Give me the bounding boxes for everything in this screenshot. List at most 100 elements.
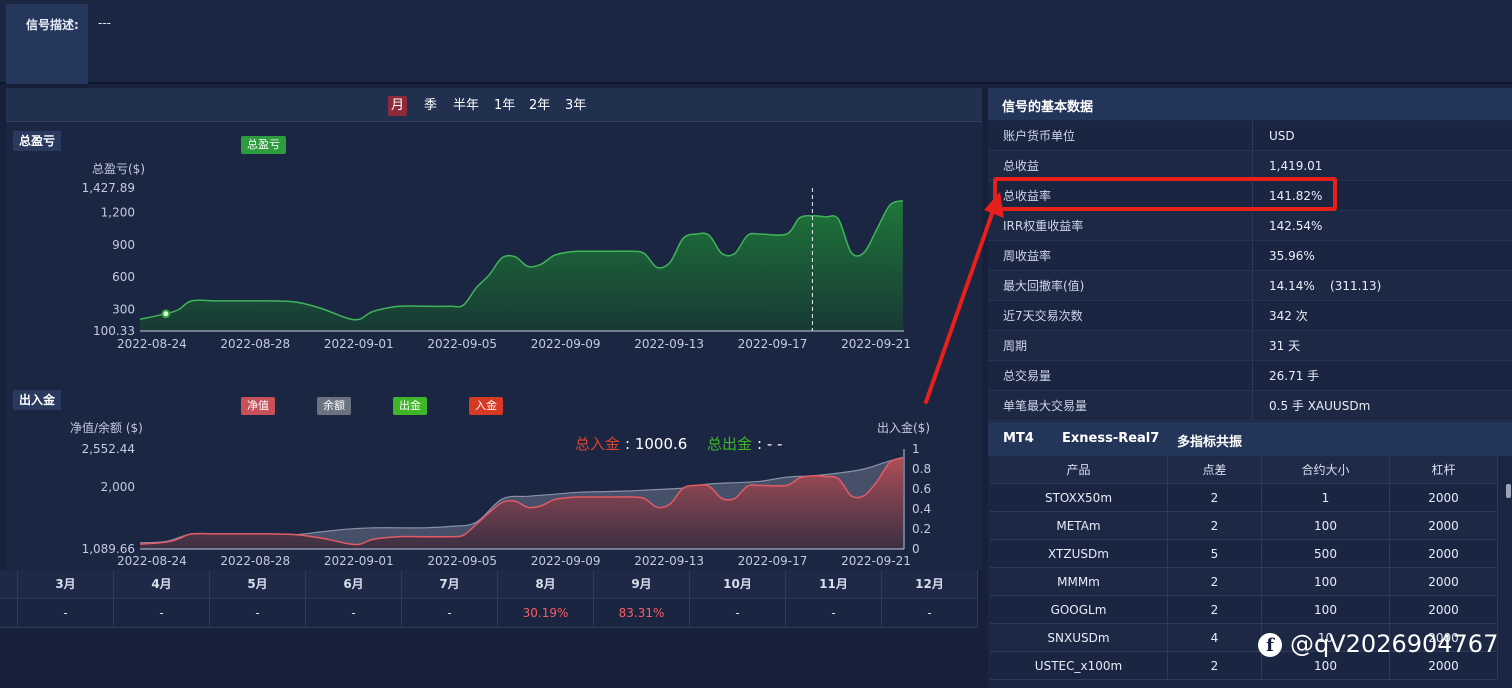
flow-y2-tick-label: 0 <box>912 542 920 556</box>
product-table-cell: 2000 <box>1390 512 1498 540</box>
month-stub-cell <box>0 599 18 628</box>
product-table-cell: 100 <box>1262 568 1390 596</box>
product-table-cell: 2 <box>1168 512 1262 540</box>
platform-label: MT4 <box>1003 431 1034 446</box>
product-column-header[interactable]: 点差 <box>1168 456 1262 484</box>
flow-x-tick-label: 2022-09-05 <box>427 554 497 568</box>
basic-data-row <box>988 361 1512 391</box>
basic-data-label: 账户货币单位 <box>1003 129 1076 143</box>
pnl-x-tick-label: 2022-09-01 <box>324 337 394 351</box>
period-1-year-button[interactable]: 1年 <box>491 96 518 116</box>
basic-data-title: 信号的基本数据 <box>1002 100 1094 115</box>
basic-data-label: 最大回撤率(值) <box>1003 279 1085 293</box>
pnl-y-tick-label: 100.33 <box>93 324 135 338</box>
basic-data-value: USD <box>1269 129 1295 143</box>
basic-data-label: 周收益率 <box>1003 249 1052 263</box>
basic-data-label: IRR权重收益率 <box>1003 219 1084 233</box>
flow-y2-tick-label: 0.2 <box>912 522 931 536</box>
pnl-y-tick-label: 1,427.89 <box>82 181 135 195</box>
period-half-year-button[interactable]: 半年 <box>450 96 482 116</box>
flow-chart: 净值/余额 ($) 出入金($) 总入金 : 1000.6 总出金 : - - … <box>70 420 931 568</box>
pnl-marker-point[interactable] <box>161 309 171 319</box>
month-return-cell: - <box>690 599 786 628</box>
pnl-chart: 总盈亏($) 1,427.89 1,200 900 600 300 100.33 2022… <box>82 162 911 351</box>
month-return-cell: - <box>114 599 210 628</box>
product-table-cell: 500 <box>1262 540 1390 568</box>
pnl-x-tick-label: 2022-09-17 <box>738 337 808 351</box>
product-column-header[interactable]: 合约大小 <box>1262 456 1390 484</box>
basic-data-label: 近7天交易次数 <box>1003 309 1083 323</box>
month-return-cell: - <box>882 599 978 628</box>
total-withdrawal-label: 总出金 <box>707 435 752 453</box>
basic-data-divider <box>1252 241 1253 271</box>
product-table-cell: USTEC_x100m <box>990 652 1168 680</box>
flow-section-tag: 出入金 <box>13 390 62 410</box>
product-table-cell: SNXUSDm <box>990 624 1168 652</box>
month-return-cell: - <box>210 599 306 628</box>
month-header-cell: 9月 <box>594 570 690 599</box>
balance-legend-toggle[interactable]: 余额 <box>317 397 351 415</box>
month-return-cell: 30.19% <box>498 599 594 628</box>
pnl-y-tick-label: 1,200 <box>101 206 135 220</box>
signal-description-bar <box>0 0 1512 84</box>
basic-data-row <box>988 241 1512 271</box>
basic-data-label: 单笔最大交易量 <box>1003 399 1088 413</box>
basic-data-row <box>988 331 1512 361</box>
month-header-cell: 7月 <box>402 570 498 599</box>
product-table-cell: 2000 <box>1390 568 1498 596</box>
basic-data-value: 342 次 <box>1269 309 1308 323</box>
period-2-year-button[interactable]: 2年 <box>526 96 553 116</box>
pnl-x-tick-label: 2022-08-28 <box>220 337 290 351</box>
period-month-button[interactable]: 月 <box>388 96 408 116</box>
basic-data-value: 0.5 手 XAUUSDm <box>1269 399 1371 413</box>
basic-data-value: 14.14% (311.13) <box>1269 279 1382 293</box>
month-return-cell: - <box>306 599 402 628</box>
month-header-cell: 6月 <box>306 570 402 599</box>
signal-description-label: 信号描述: <box>26 18 79 32</box>
period-quarter-button[interactable]: 季 <box>421 96 440 116</box>
server-label: Exness-Real7 <box>1062 431 1160 446</box>
month-header-cell: 12月 <box>882 570 978 599</box>
product-column-header[interactable]: 产品 <box>990 456 1168 484</box>
pnl-section-tag: 总盈亏 <box>13 131 62 151</box>
month-header-cell: 3月 <box>18 570 114 599</box>
product-table-cell: 2000 <box>1390 540 1498 568</box>
pnl-x-tick-label: 2022-09-21 <box>841 337 911 351</box>
flow-x-tick-label: 2022-08-24 <box>117 554 187 568</box>
equity-legend-toggle[interactable]: 净值 <box>241 397 275 415</box>
product-table-cell: 1 <box>1262 484 1390 512</box>
facebook-logo-icon: f <box>1258 633 1282 657</box>
pnl-x-tick-label: 2022-08-24 <box>117 337 187 351</box>
basic-data-divider <box>1252 121 1253 151</box>
month-header-cell: 10月 <box>690 570 786 599</box>
product-table-cell: 4 <box>1168 624 1262 652</box>
month-return-cell: - <box>402 599 498 628</box>
product-table-cell: 100 <box>1262 512 1390 540</box>
basic-data-value: 31 天 <box>1269 339 1301 353</box>
pnl-x-tick-label: 2022-09-09 <box>531 337 601 351</box>
flow-y2-axis-label: 出入金($) <box>877 420 930 435</box>
total-deposit-value: : 1000.6 <box>625 435 687 453</box>
product-table-cell: XTZUSDm <box>990 540 1168 568</box>
product-table-cell: 2 <box>1168 568 1262 596</box>
flow-x-tick-label: 2022-09-13 <box>634 554 704 568</box>
flow-y-tick-label: 2,552.44 <box>82 442 135 456</box>
deposit-legend-toggle[interactable]: 入金 <box>469 397 503 415</box>
flow-x-tick-label: 2022-09-09 <box>531 554 601 568</box>
period-3-year-button[interactable]: 3年 <box>562 96 589 116</box>
pnl-x-tick-label: 2022-09-05 <box>427 337 497 351</box>
basic-data-label: 总交易量 <box>1003 369 1052 383</box>
month-return-cell: - <box>18 599 114 628</box>
flow-y2-tick-label: 1 <box>912 442 920 456</box>
basic-data-divider <box>1252 301 1253 331</box>
flow-x-tick-label: 2022-09-17 <box>738 554 808 568</box>
pnl-y-tick-label: 300 <box>112 302 135 316</box>
flow-x-tick-label: 2022-08-28 <box>220 554 290 568</box>
product-column-header[interactable]: 杠杆 <box>1390 456 1498 484</box>
annotation-arrow <box>924 192 1004 404</box>
month-stub-cell <box>0 570 18 599</box>
pnl-y-tick-label: 600 <box>112 270 135 284</box>
products-scrollbar[interactable] <box>1506 484 1511 498</box>
flow-y-axis-label: 净值/余额 ($) <box>70 420 143 435</box>
withdrawal-legend-toggle[interactable]: 出金 <box>393 397 427 415</box>
